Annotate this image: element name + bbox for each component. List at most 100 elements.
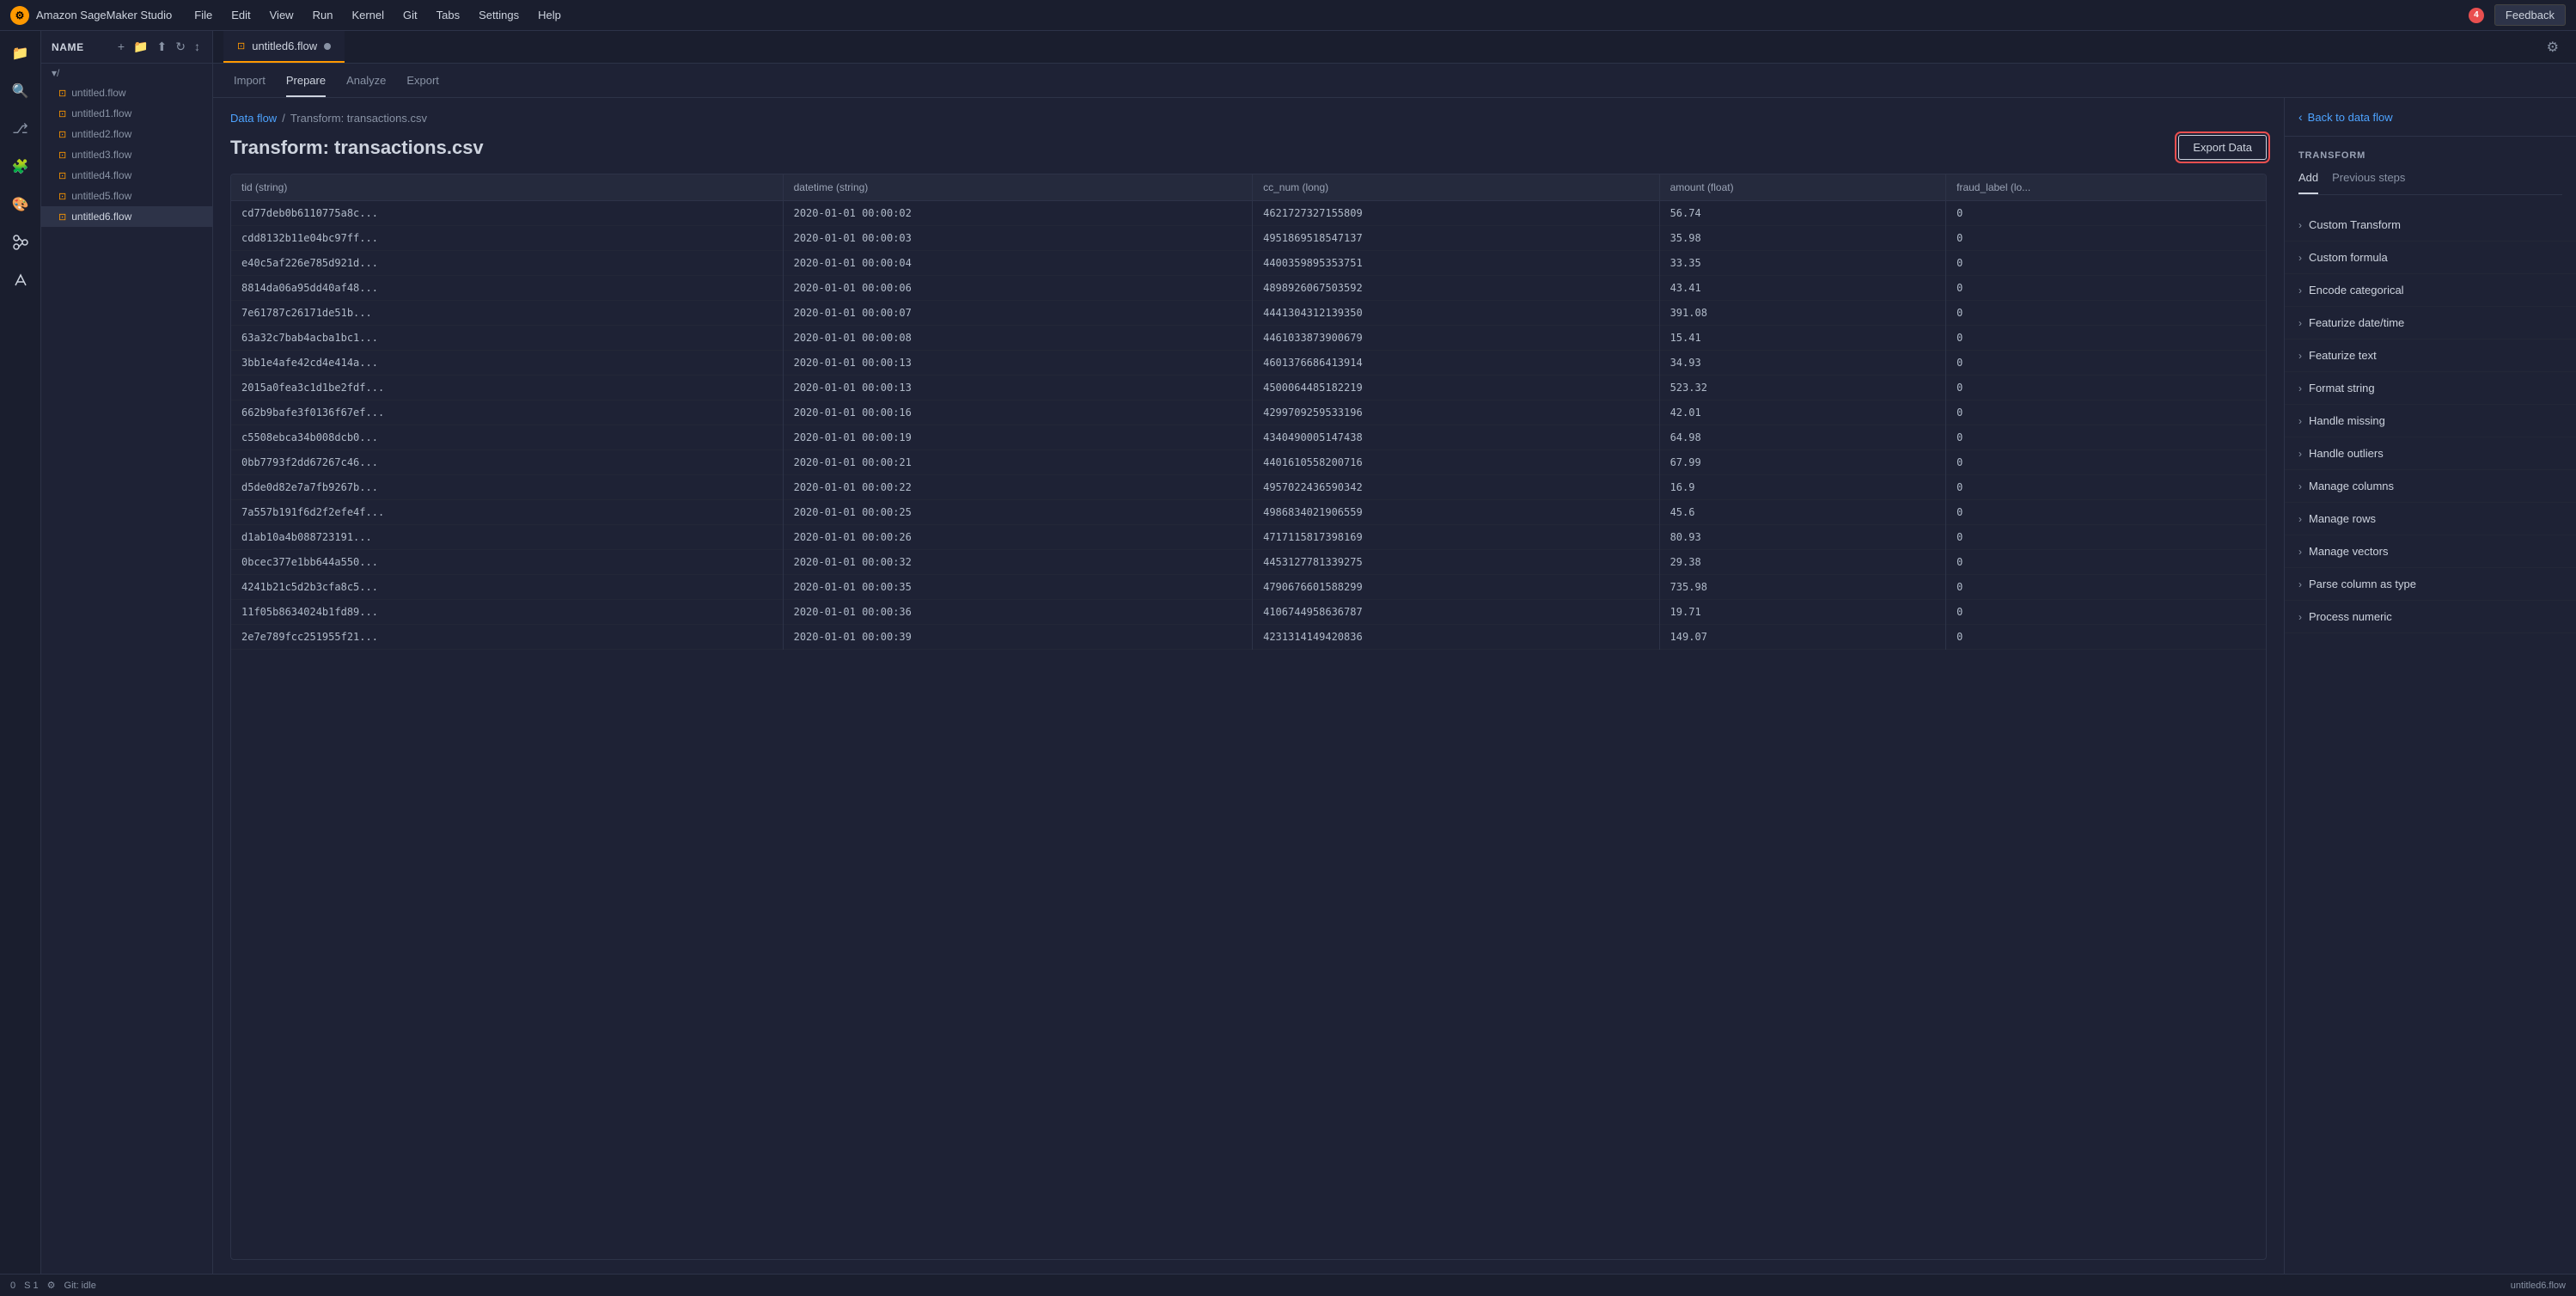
transform-item-9[interactable]: ›Manage rows: [2285, 503, 2576, 535]
chevron-icon-9: ›: [2298, 513, 2302, 525]
file-item-untitled1[interactable]: ⊡ untitled1.flow: [41, 103, 212, 124]
cell-11-1: 2020-01-01 00:00:22: [783, 475, 1253, 500]
tab-export[interactable]: Export: [406, 74, 439, 97]
sidebar-flow-icon[interactable]: [5, 227, 36, 258]
table-row: d1ab10a4b088723191...2020-01-01 00:00:26…: [231, 525, 2266, 550]
feedback-button[interactable]: Feedback: [2494, 4, 2566, 26]
table-row: c5508ebca34b008dcb0...2020-01-01 00:00:1…: [231, 425, 2266, 450]
cell-0-3: 56.74: [1659, 201, 1946, 226]
status-bar: 0 S 1 ⚙ Git: idle untitled6.flow: [0, 1274, 2576, 1296]
menu-help[interactable]: Help: [529, 5, 570, 25]
transform-item-6[interactable]: ›Handle missing: [2285, 405, 2576, 437]
transform-item-10[interactable]: ›Manage vectors: [2285, 535, 2576, 568]
transform-item-2[interactable]: ›Encode categorical: [2285, 274, 2576, 307]
cell-13-3: 80.93: [1659, 525, 1946, 550]
settings-gear-icon[interactable]: ⚙: [2540, 37, 2566, 58]
cell-11-3: 16.9: [1659, 475, 1946, 500]
cell-10-0: 0bb7793f2dd67267c46...: [231, 450, 783, 475]
new-folder-icon[interactable]: 📁: [131, 38, 150, 56]
data-table-container[interactable]: tid (string) datetime (string) cc_num (l…: [230, 174, 2267, 1260]
transform-item-8[interactable]: ›Manage columns: [2285, 470, 2576, 503]
sidebar-search-icon[interactable]: 🔍: [5, 76, 36, 107]
sidebar-files-icon[interactable]: 📁: [5, 38, 36, 69]
notification-badge[interactable]: 4: [2469, 8, 2484, 23]
menu-file[interactable]: File: [186, 5, 221, 25]
back-to-data-flow[interactable]: ‹ Back to data flow: [2285, 98, 2576, 137]
transform-tab-previous[interactable]: Previous steps: [2332, 171, 2405, 194]
flow-icon-3: ⊡: [58, 150, 66, 161]
transform-item-5[interactable]: ›Format string: [2285, 372, 2576, 405]
root-folder[interactable]: ▾ /: [41, 64, 212, 83]
table-row: 8814da06a95dd40af48...2020-01-01 00:00:0…: [231, 276, 2266, 301]
menu-kernel[interactable]: Kernel: [343, 5, 393, 25]
transform-item-0[interactable]: ›Custom Transform: [2285, 209, 2576, 241]
sidebar-deploy-icon[interactable]: [5, 265, 36, 296]
cell-16-2: 4106744958636787: [1253, 600, 1659, 625]
cell-17-1: 2020-01-01 00:00:39: [783, 625, 1253, 650]
cell-0-4: 0: [1946, 201, 2266, 226]
cell-14-4: 0: [1946, 550, 2266, 575]
file-item-untitled3[interactable]: ⊡ untitled3.flow: [41, 144, 212, 165]
file-name-2: untitled2.flow: [71, 128, 131, 140]
file-item-untitled4[interactable]: ⊡ untitled4.flow: [41, 165, 212, 186]
sidebar-git-icon[interactable]: ⎇: [5, 113, 36, 144]
sort-icon[interactable]: ↕: [192, 38, 202, 56]
file-item-untitled6[interactable]: ⊡ untitled6.flow: [41, 206, 212, 227]
transform-item-3[interactable]: ›Featurize date/time: [2285, 307, 2576, 339]
menu-git[interactable]: Git: [394, 5, 426, 25]
transform-item-4[interactable]: ›Featurize text: [2285, 339, 2576, 372]
cell-1-0: cdd8132b11e04bc97ff...: [231, 226, 783, 251]
inner-tabs: Import Prepare Analyze Export: [213, 64, 2576, 98]
col-tid: tid (string): [231, 174, 783, 201]
file-item-untitled5[interactable]: ⊡ untitled5.flow: [41, 186, 212, 206]
file-item-untitled2[interactable]: ⊡ untitled2.flow: [41, 124, 212, 144]
transform-name-8: Manage columns: [2309, 480, 2394, 492]
chevron-icon-3: ›: [2298, 317, 2302, 329]
tab-flow-icon: ⊡: [237, 40, 245, 52]
app-name: Amazon SageMaker Studio: [36, 9, 172, 21]
table-row: d5de0d82e7a7fb9267b...2020-01-01 00:00:2…: [231, 475, 2266, 500]
export-data-button[interactable]: Export Data: [2178, 135, 2267, 160]
cell-16-0: 11f05b8634024b1fd89...: [231, 600, 783, 625]
cell-5-4: 0: [1946, 326, 2266, 351]
cell-1-1: 2020-01-01 00:00:03: [783, 226, 1253, 251]
menu-view[interactable]: View: [261, 5, 302, 25]
breadcrumb-link[interactable]: Data flow: [230, 112, 277, 125]
file-name-4: untitled4.flow: [71, 169, 131, 181]
menu-edit[interactable]: Edit: [223, 5, 259, 25]
tab-import[interactable]: Import: [234, 74, 266, 97]
transform-section: TRANSFORM Add Previous steps: [2285, 137, 2576, 209]
tab-untitled6-flow[interactable]: ⊡ untitled6.flow: [223, 31, 345, 63]
tab-analyze[interactable]: Analyze: [346, 74, 386, 97]
chevron-icon-1: ›: [2298, 252, 2302, 264]
table-row: 2e7e789fcc251955f21...2020-01-01 00:00:3…: [231, 625, 2266, 650]
transform-item-12[interactable]: ›Process numeric: [2285, 601, 2576, 633]
cell-7-1: 2020-01-01 00:00:13: [783, 376, 1253, 400]
cell-3-3: 43.41: [1659, 276, 1946, 301]
sidebar-extensions-icon[interactable]: 🧩: [5, 151, 36, 182]
menu-tabs[interactable]: Tabs: [428, 5, 468, 25]
transform-item-11[interactable]: ›Parse column as type: [2285, 568, 2576, 601]
file-item-untitled[interactable]: ⊡ untitled.flow: [41, 83, 212, 103]
menu-run[interactable]: Run: [304, 5, 342, 25]
sidebar-palette-icon[interactable]: 🎨: [5, 189, 36, 220]
table-row: 2015a0fea3c1d1be2fdf...2020-01-01 00:00:…: [231, 376, 2266, 400]
cell-5-2: 4461033873900679: [1253, 326, 1659, 351]
refresh-icon[interactable]: ↻: [174, 38, 187, 56]
cell-6-1: 2020-01-01 00:00:13: [783, 351, 1253, 376]
upload-icon[interactable]: ⬆: [156, 38, 169, 56]
transform-tab-add[interactable]: Add: [2298, 171, 2318, 194]
new-file-icon[interactable]: +: [116, 38, 126, 56]
status-zero: 0: [10, 1281, 15, 1291]
menu-settings[interactable]: Settings: [470, 5, 528, 25]
transform-item-1[interactable]: ›Custom formula: [2285, 241, 2576, 274]
cell-5-3: 15.41: [1659, 326, 1946, 351]
transform-item-7[interactable]: ›Handle outliers: [2285, 437, 2576, 470]
cell-3-4: 0: [1946, 276, 2266, 301]
transform-name-7: Handle outliers: [2309, 447, 2384, 460]
cell-5-1: 2020-01-01 00:00:08: [783, 326, 1253, 351]
file-name-6: untitled6.flow: [71, 211, 131, 223]
table-row: e40c5af226e785d921d...2020-01-01 00:00:0…: [231, 251, 2266, 276]
tab-prepare[interactable]: Prepare: [286, 74, 326, 97]
chevron-icon-2: ›: [2298, 284, 2302, 296]
